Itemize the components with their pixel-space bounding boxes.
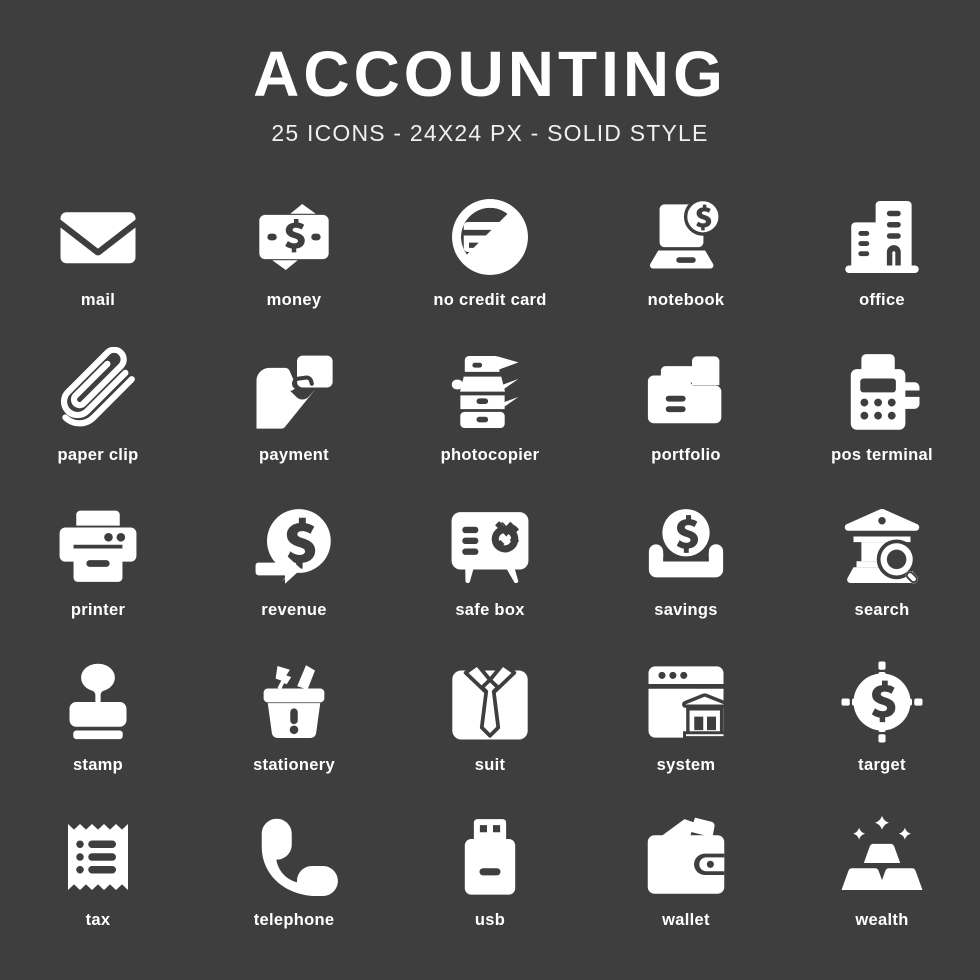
search-icon — [834, 499, 930, 595]
icon-cell-target[interactable]: target — [784, 654, 980, 809]
icon-grid: mail money no credit card notebook offic… — [0, 189, 980, 964]
icon-label: no credit card — [433, 291, 547, 309]
icon-label: wealth — [855, 911, 909, 929]
printer-icon — [50, 499, 146, 595]
icon-cell-wealth[interactable]: wealth — [784, 809, 980, 964]
icon-label: safe box — [455, 601, 525, 619]
icon-cell-usb[interactable]: usb — [392, 809, 588, 964]
suit-icon — [442, 654, 538, 750]
pos-terminal-icon — [834, 344, 930, 440]
icon-label: target — [858, 756, 906, 774]
page-title: ACCOUNTING — [253, 38, 727, 110]
icon-label: search — [854, 601, 910, 619]
icon-label: stamp — [72, 756, 124, 774]
telephone-icon — [246, 809, 342, 905]
icon-label: stationery — [253, 756, 335, 774]
wallet-icon — [638, 809, 734, 905]
icon-label: portfolio — [651, 446, 721, 464]
icon-label: printer — [70, 601, 126, 619]
icon-sheet: ACCOUNTING 25 ICONS - 24X24 PX - SOLID S… — [0, 0, 980, 980]
icon-label: wallet — [662, 911, 710, 929]
icon-label: payment — [259, 446, 329, 464]
notebook-icon — [638, 189, 734, 285]
icon-label: suit — [474, 756, 506, 774]
icon-cell-notebook[interactable]: notebook — [588, 189, 784, 344]
icon-cell-search[interactable]: search — [784, 499, 980, 654]
office-icon — [834, 189, 930, 285]
icon-cell-pos-terminal[interactable]: pos terminal — [784, 344, 980, 499]
system-icon — [638, 654, 734, 750]
icon-label: tax — [85, 911, 111, 929]
icon-label: telephone — [253, 911, 335, 929]
icon-cell-suit[interactable]: suit — [392, 654, 588, 809]
page-subtitle: 25 ICONS - 24X24 PX - SOLID STYLE — [271, 120, 709, 146]
wealth-icon — [834, 809, 930, 905]
icon-cell-portfolio[interactable]: portfolio — [588, 344, 784, 499]
icon-label: notebook — [647, 291, 725, 309]
tax-icon — [50, 809, 146, 905]
icon-label: revenue — [261, 601, 327, 619]
no-credit-card-icon — [442, 189, 538, 285]
savings-icon — [638, 499, 734, 595]
icon-cell-tax[interactable]: tax — [0, 809, 196, 964]
icon-cell-paper-clip[interactable]: paper clip — [0, 344, 196, 499]
icon-cell-wallet[interactable]: wallet — [588, 809, 784, 964]
payment-icon — [246, 344, 342, 440]
icon-cell-safe-box[interactable]: safe box — [392, 499, 588, 654]
sheet-header: ACCOUNTING 25 ICONS - 24X24 PX - SOLID S… — [0, 0, 980, 147]
mail-icon — [50, 189, 146, 285]
icon-cell-telephone[interactable]: telephone — [196, 809, 392, 964]
icon-label: paper clip — [57, 446, 139, 464]
icon-cell-stamp[interactable]: stamp — [0, 654, 196, 809]
icon-label: photocopier — [440, 446, 540, 464]
icon-cell-stationery[interactable]: stationery — [196, 654, 392, 809]
icon-cell-office[interactable]: office — [784, 189, 980, 344]
icon-label: mail — [80, 291, 116, 309]
icon-cell-photocopier[interactable]: photocopier — [392, 344, 588, 499]
paper-clip-icon — [50, 344, 146, 440]
usb-icon — [442, 809, 538, 905]
revenue-icon — [246, 499, 342, 595]
icon-cell-savings[interactable]: savings — [588, 499, 784, 654]
icon-cell-printer[interactable]: printer — [0, 499, 196, 654]
icon-label: usb — [474, 911, 506, 929]
portfolio-icon — [638, 344, 734, 440]
icon-cell-revenue[interactable]: revenue — [196, 499, 392, 654]
icon-label: money — [266, 291, 322, 309]
money-icon — [246, 189, 342, 285]
stamp-icon — [50, 654, 146, 750]
safe-box-icon — [442, 499, 538, 595]
stationery-icon — [246, 654, 342, 750]
icon-cell-no-credit-card[interactable]: no credit card — [392, 189, 588, 344]
icon-label: system — [656, 756, 716, 774]
icon-cell-payment[interactable]: payment — [196, 344, 392, 499]
icon-cell-money[interactable]: money — [196, 189, 392, 344]
icon-cell-mail[interactable]: mail — [0, 189, 196, 344]
photocopier-icon — [442, 344, 538, 440]
icon-label: savings — [654, 601, 718, 619]
icon-cell-system[interactable]: system — [588, 654, 784, 809]
target-icon — [834, 654, 930, 750]
icon-label: office — [859, 291, 905, 309]
icon-label: pos terminal — [831, 446, 933, 464]
